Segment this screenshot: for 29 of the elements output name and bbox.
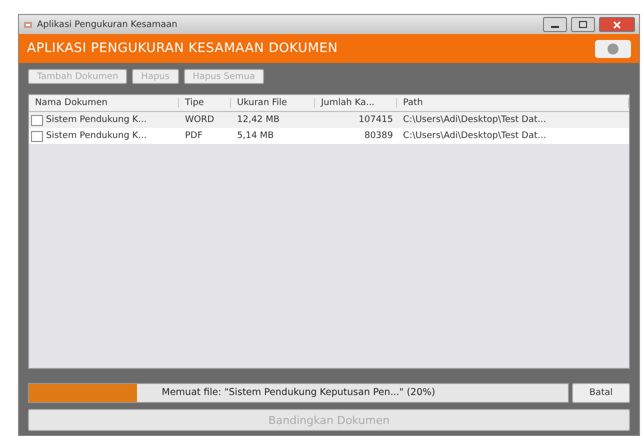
- column-header[interactable]: Nama Dokumen: [29, 98, 179, 108]
- cancel-button[interactable]: Batal: [572, 383, 630, 403]
- table-cell: WORD: [185, 115, 214, 125]
- close-button[interactable]: [599, 17, 635, 32]
- table-cell: C:\Users\Adi\Desktop\Test Dat...: [403, 115, 546, 125]
- window-title: Aplikasi Pengukuran Kesamaan: [37, 20, 178, 30]
- checkbox[interactable]: [31, 130, 43, 142]
- column-header[interactable]: Ukuran File: [231, 98, 315, 108]
- app-icon: [23, 20, 33, 30]
- table-cell: 80389: [364, 131, 393, 141]
- close-icon: [613, 20, 621, 28]
- info-button[interactable]: [595, 40, 631, 58]
- table-cell: PDF: [185, 131, 203, 141]
- maximize-icon: [579, 21, 587, 28]
- table-cell: 107415: [358, 115, 393, 125]
- table-cell: Sistem Pendukung K...: [46, 131, 147, 141]
- table-cell: 12,42 MB: [237, 115, 280, 125]
- checkbox[interactable]: [31, 114, 43, 126]
- table-cell: C:\Users\Adi\Desktop\Test Dat...: [403, 131, 546, 141]
- progress-text: Memuat file: "Sistem Pendukung Keputusan Pen..." (20%): [160, 387, 436, 398]
- app-title: APLIKASI PENGUKURAN KESAMAAN DOKUMEN: [27, 41, 339, 56]
- info-icon: [607, 42, 619, 54]
- table-cell: Sistem Pendukung K...: [46, 115, 147, 125]
- maximize-button[interactable]: [571, 17, 595, 32]
- column-header[interactable]: Path: [397, 98, 629, 108]
- column-header[interactable]: Tipe: [179, 98, 231, 108]
- table-cell: 5,14 MB: [237, 131, 274, 141]
- column-header[interactable]: Jumlah Ka...: [315, 98, 397, 108]
- minimize-button[interactable]: [543, 17, 567, 32]
